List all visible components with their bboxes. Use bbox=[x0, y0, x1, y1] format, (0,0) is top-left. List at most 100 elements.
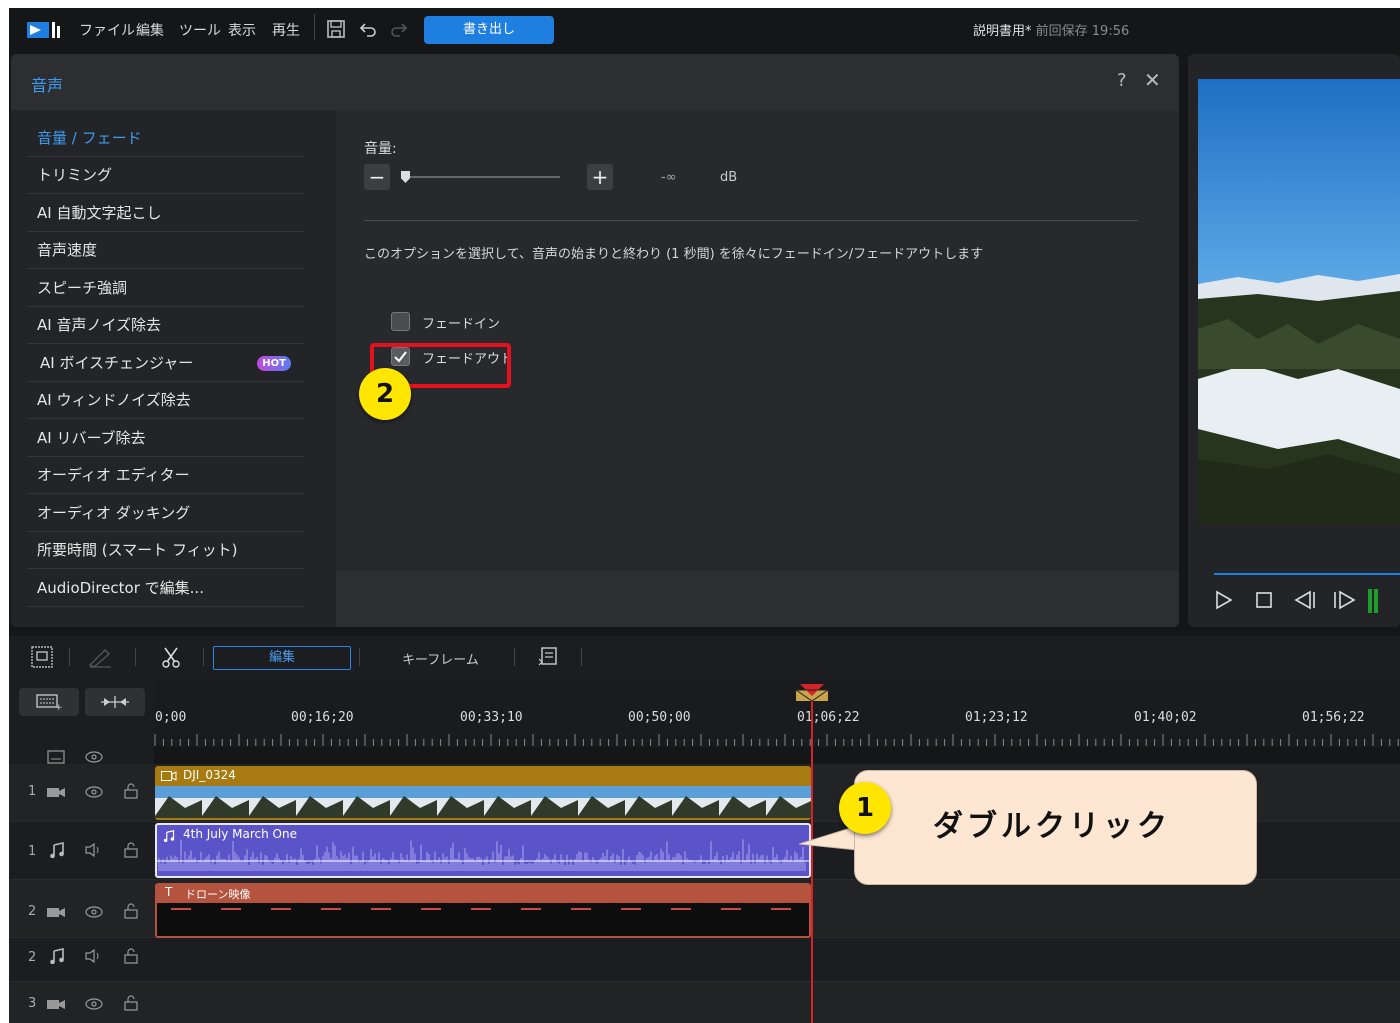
sidebar-item-audio-speed[interactable]: 音声速度 bbox=[27, 232, 305, 269]
volume-increase-button[interactable]: + bbox=[587, 164, 613, 190]
callout-text: ダブルクリック bbox=[933, 809, 1171, 844]
video-clip-name: DJI_0324 bbox=[183, 768, 236, 782]
layout-icon[interactable] bbox=[31, 646, 53, 668]
sidebar-item-ai-wind-denoise[interactable]: AI ウィンドノイズ除去 bbox=[27, 382, 305, 419]
eye-icon[interactable] bbox=[85, 906, 103, 918]
video-track-icon bbox=[47, 788, 65, 797]
lock-icon[interactable] bbox=[124, 783, 138, 799]
sidebar-item-trimming[interactable]: トリミング bbox=[27, 157, 305, 194]
sidebar-item-ai-transcription[interactable]: AI 自動文字起こし bbox=[27, 195, 305, 232]
menu-edit[interactable]: 編集 bbox=[136, 20, 164, 40]
audio-waveform bbox=[157, 839, 809, 871]
track-number: 2 bbox=[28, 904, 37, 919]
ruler-label: 00;33;10 bbox=[460, 710, 523, 725]
menu-playback[interactable]: 再生 bbox=[272, 20, 300, 40]
sidebar-item-audio-ducking[interactable]: オーディオ ダッキング bbox=[27, 495, 305, 532]
track-manager-icon: + bbox=[36, 694, 63, 713]
speaker-icon[interactable] bbox=[85, 949, 103, 963]
lock-icon[interactable] bbox=[124, 995, 138, 1011]
volume-slider-thumb[interactable] bbox=[401, 171, 410, 183]
audio-clip[interactable]: 4th July March One bbox=[155, 823, 811, 878]
export-button[interactable]: 書き出し bbox=[424, 16, 554, 44]
volume-decrease-button[interactable]: − bbox=[364, 164, 390, 190]
timeline-ruler[interactable]: 0;00 00;16;20 00;33;10 00;50;00 01;06;22… bbox=[154, 678, 1400, 746]
menu-tools[interactable]: ツール bbox=[179, 20, 221, 40]
sidebar-item-audio-editor[interactable]: オーディオ エディター bbox=[27, 457, 305, 494]
save-icon[interactable] bbox=[326, 19, 346, 39]
toolbar-separator bbox=[514, 648, 515, 666]
video-track-icon bbox=[47, 1000, 65, 1009]
dialog-sidebar: 音量 / フェード トリミング AI 自動文字起こし 音声速度 スピーチ強調 A… bbox=[11, 110, 336, 627]
toolbar-separator bbox=[359, 648, 360, 666]
menu-separator bbox=[314, 14, 315, 40]
music-note-icon bbox=[50, 948, 64, 964]
redo-icon[interactable] bbox=[390, 19, 410, 39]
help-icon[interactable]: ? bbox=[1117, 70, 1127, 91]
sidebar-item-smart-fit[interactable]: 所要時間 (スマート フィット) bbox=[27, 532, 305, 569]
volume-slider[interactable] bbox=[402, 176, 560, 178]
toolbar-separator bbox=[135, 648, 136, 666]
sidebar-item-speech-enhance[interactable]: スピーチ強調 bbox=[27, 270, 305, 307]
volume-value: -∞ bbox=[661, 170, 677, 185]
menu-file[interactable]: ファイル bbox=[79, 20, 135, 40]
preview-image bbox=[1198, 79, 1400, 524]
track-number: 3 bbox=[28, 996, 37, 1011]
ruler-label: 01;56;22 bbox=[1302, 710, 1365, 725]
subtitle-icon[interactable] bbox=[537, 646, 559, 668]
menu-view[interactable]: 表示 bbox=[228, 20, 256, 40]
play-icon[interactable] bbox=[1214, 590, 1234, 610]
lock-icon[interactable] bbox=[124, 948, 138, 964]
title-clip-t-icon: T bbox=[165, 885, 173, 899]
sidebar-item-ai-dereverb[interactable]: AI リバーブ除去 bbox=[27, 420, 305, 457]
fade-in-checkbox[interactable] bbox=[391, 312, 410, 331]
video-clip[interactable]: DJI_0324 bbox=[155, 766, 811, 820]
step-badge-1: 1 bbox=[839, 782, 891, 834]
keyframe-button[interactable]: キーフレーム bbox=[402, 649, 479, 668]
divider bbox=[364, 220, 1138, 221]
playhead-marker-icon[interactable] bbox=[795, 684, 829, 702]
ruler-label: 00;50;00 bbox=[628, 710, 691, 725]
menu-bar: ファイル 編集 ツール 表示 再生 書き出し 説明書用* 前回保存 19:56 bbox=[9, 8, 1400, 52]
toolbar-separator bbox=[581, 648, 582, 666]
edit-button[interactable]: 編集 bbox=[213, 646, 351, 670]
pen-icon[interactable] bbox=[87, 646, 113, 668]
dialog-title: 音声 bbox=[31, 76, 64, 95]
dialog-footer bbox=[336, 571, 1179, 627]
fit-icon bbox=[101, 696, 129, 708]
sidebar-item-volume-fade[interactable]: 音量 / フェード bbox=[27, 120, 305, 157]
sidebar-item-audiodirector[interactable]: AudioDirector で編集... bbox=[27, 570, 305, 607]
volume-unit: dB bbox=[720, 170, 738, 185]
sidebar-item-ai-denoise[interactable]: AI 音声ノイズ除去 bbox=[27, 307, 305, 344]
close-icon[interactable]: ✕ bbox=[1144, 68, 1161, 92]
eye-icon[interactable] bbox=[85, 998, 103, 1010]
toolbar-separator bbox=[69, 648, 70, 666]
step-badge-2: 2 bbox=[359, 368, 411, 420]
eye-icon[interactable] bbox=[85, 786, 103, 798]
preview-progress-bar[interactable] bbox=[1214, 573, 1400, 575]
fade-in-label[interactable]: フェードイン bbox=[422, 313, 500, 332]
next-frame-icon[interactable] bbox=[1332, 590, 1356, 610]
prev-frame-icon[interactable] bbox=[1294, 590, 1318, 610]
toolbar-separator bbox=[203, 648, 204, 666]
ruler-label: 01;06;22 bbox=[797, 710, 860, 725]
track-number: 2 bbox=[28, 950, 37, 965]
lock-icon[interactable] bbox=[124, 903, 138, 919]
undo-icon[interactable] bbox=[357, 19, 377, 39]
last-saved: 前回保存 19:56 bbox=[1035, 24, 1130, 39]
track-manager-button[interactable]: + bbox=[19, 688, 79, 716]
lock-icon[interactable] bbox=[124, 842, 138, 858]
title-clip-header bbox=[157, 883, 809, 903]
subtitle-track-icon bbox=[47, 750, 65, 764]
fit-timeline-button[interactable] bbox=[85, 688, 145, 716]
stop-icon[interactable] bbox=[1254, 590, 1274, 610]
eye-icon[interactable] bbox=[85, 751, 103, 763]
title-clip-name: ドローン映像 bbox=[185, 888, 251, 901]
preview-panel bbox=[1188, 54, 1400, 627]
scissors-icon[interactable] bbox=[161, 646, 181, 668]
title-clip[interactable]: T ドローン映像 bbox=[155, 883, 811, 938]
speaker-icon[interactable] bbox=[85, 843, 103, 857]
sidebar-item-label: AI ボイスチェンジャー bbox=[40, 354, 194, 372]
title-clip-frames bbox=[171, 908, 791, 910]
project-name: 説明書用* bbox=[973, 24, 1032, 39]
sidebar-item-ai-voice-changer[interactable]: AI ボイスチェンジャー HOT bbox=[27, 345, 305, 382]
